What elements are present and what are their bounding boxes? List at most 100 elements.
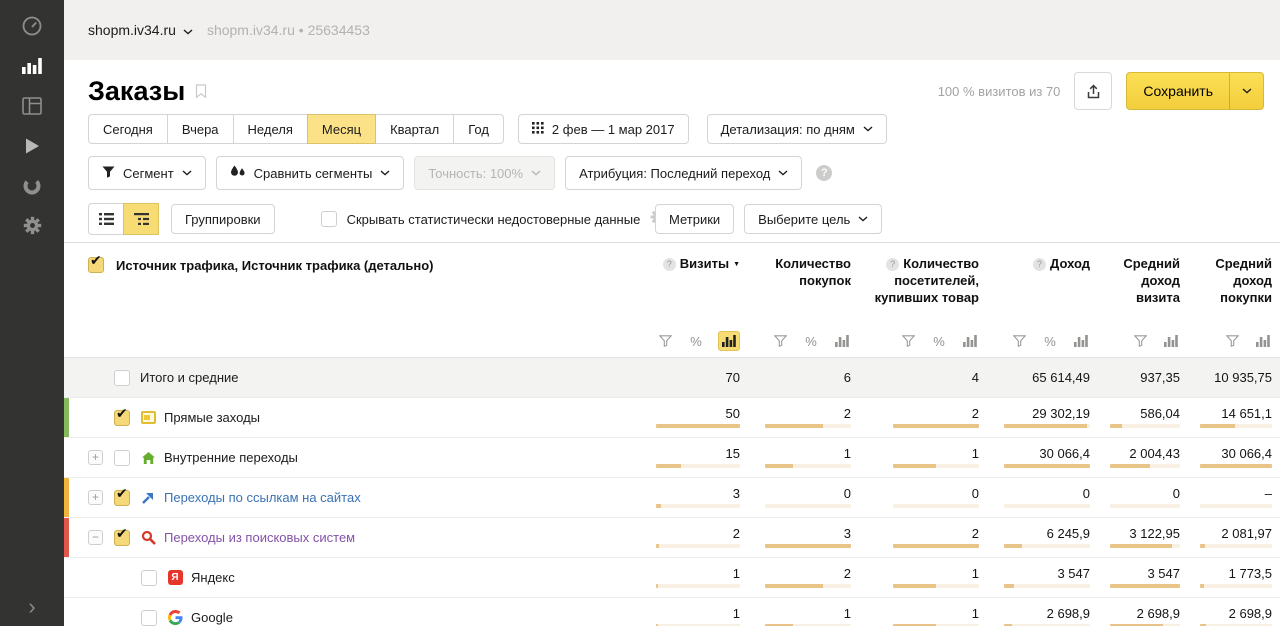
sidebar-layout-icon[interactable] (0, 88, 64, 128)
metric-mini-bar (656, 424, 740, 428)
metric-cell: 2 (859, 518, 987, 557)
metric-cell: 0 (987, 478, 1098, 517)
metric-cell: 1 773,5 (1188, 558, 1280, 597)
row-checkbox[interactable] (141, 570, 157, 586)
expander-minus-icon[interactable]: − (88, 530, 103, 545)
filter-funnel-icon[interactable] (656, 331, 674, 351)
percent-icon[interactable]: % (1041, 331, 1059, 351)
sidebar-collapse-chevron[interactable]: › (0, 596, 64, 618)
detail-select[interactable]: Детализация: по дням (707, 114, 887, 144)
metric-cell: 2 081,97 (1188, 518, 1280, 557)
row-label[interactable]: Яндекс (191, 570, 235, 585)
segment-button[interactable]: Сегмент (88, 156, 206, 190)
bar-chart-icon[interactable] (1254, 331, 1272, 351)
row-checkbox[interactable] (114, 450, 130, 466)
row-label[interactable]: Переходы из поисковых систем (164, 530, 355, 545)
metric-mini-bar (1200, 544, 1272, 548)
tree-view-toggle[interactable] (123, 203, 159, 235)
percent-icon[interactable]: % (687, 331, 705, 351)
table-row: Google1112 698,92 698,92 698,9 (64, 597, 1280, 626)
bar-chart-icon[interactable] (718, 331, 740, 351)
column-tools-2: % (859, 331, 987, 351)
column-header-4[interactable]: Средний доход визита (1098, 243, 1188, 325)
row-checkbox[interactable] (141, 610, 157, 626)
metric-mini-bar (1200, 584, 1272, 588)
row-checkbox[interactable]: ✔ (114, 410, 130, 426)
list-view-toggle[interactable] (88, 203, 124, 235)
bar-chart-icon[interactable] (961, 331, 979, 351)
period-tab-0[interactable]: Сегодня (88, 114, 168, 144)
filter-funnel-icon[interactable] (899, 331, 917, 351)
sidebar-speedometer-icon[interactable] (0, 8, 64, 48)
percent-icon[interactable]: % (802, 331, 820, 351)
column-header-3[interactable]: ?Доход (987, 243, 1098, 325)
row-label[interactable]: Google (191, 610, 233, 625)
select-all-checkbox[interactable]: ✔ (88, 257, 104, 273)
title-row: Заказы 100 % визитов из 70 Сохранить (64, 60, 1280, 114)
save-button[interactable]: Сохранить (1127, 73, 1229, 109)
metric-mini-bar (1110, 584, 1180, 588)
row-color-strip (64, 478, 69, 517)
bookmark-icon[interactable] (195, 84, 207, 99)
period-tab-2[interactable]: Неделя (233, 114, 308, 144)
dimension-header: Источник трафика, Источник трафика (дета… (116, 257, 434, 273)
bar-chart-icon[interactable] (1162, 331, 1180, 351)
filter-funnel-icon[interactable] (1010, 331, 1028, 351)
sidebar-bar-chart-icon[interactable] (0, 48, 64, 88)
period-tab-1[interactable]: Вчера (167, 114, 234, 144)
expander-plus-icon[interactable]: + (88, 490, 103, 505)
metric-cell: 0 (1098, 478, 1188, 517)
row-checkbox[interactable]: ✔ (114, 490, 130, 506)
hide-unreliable-checkbox[interactable] (321, 211, 337, 227)
attribution-select[interactable]: Атрибуция: Последний переход (565, 156, 802, 190)
export-button[interactable] (1074, 72, 1112, 110)
row-label[interactable]: Прямые заходы (164, 410, 260, 425)
metric-cell: 30 066,4 (987, 438, 1098, 477)
sidebar-donut-icon[interactable] (0, 168, 64, 208)
table-row: +✔Переходы по ссылкам на сайтах30000– (64, 477, 1280, 517)
groupings-button[interactable]: Группировки (171, 204, 275, 234)
row-checkbox[interactable]: ✔ (114, 530, 130, 546)
bar-chart-icon[interactable] (1072, 331, 1090, 351)
yandex-icon: Я (167, 570, 183, 585)
column-header-2[interactable]: ?Количество посетителей, купивших товар (859, 243, 987, 325)
calendar-grid-icon (532, 122, 544, 137)
table-row: −✔Переходы из поисковых систем2326 245,9… (64, 517, 1280, 557)
percent-icon[interactable]: % (930, 331, 948, 351)
bar-chart-icon[interactable] (833, 331, 851, 351)
metric-cell: 2 004,43 (1098, 438, 1188, 477)
row-label[interactable]: Переходы по ссылкам на сайтах (164, 490, 361, 505)
period-tabs: СегодняВчераНеделяМесяцКварталГод (88, 114, 504, 144)
goal-select[interactable]: Выберите цель (744, 204, 882, 234)
row-label[interactable]: Итого и средние (140, 370, 238, 385)
help-icon[interactable]: ? (816, 165, 832, 181)
help-icon[interactable]: ? (1033, 258, 1046, 271)
metric-cell: 2 (748, 398, 859, 437)
compare-segments-button[interactable]: Сравнить сегменты (216, 156, 405, 190)
filter-funnel-icon[interactable] (771, 331, 789, 351)
metric-cell: 10 935,75 (1188, 358, 1280, 397)
filters-row: Сегмент Сравнить сегменты Точность: 100%… (64, 156, 1280, 190)
period-tab-3[interactable]: Месяц (307, 114, 376, 144)
help-icon[interactable]: ? (886, 258, 899, 271)
row-label[interactable]: Внутренние переходы (164, 450, 298, 465)
column-header-0[interactable]: ?Визиты▼ (644, 243, 748, 325)
row-checkbox[interactable] (114, 370, 130, 386)
filter-funnel-icon[interactable] (1223, 331, 1241, 351)
metric-cell: 2 698,9 (1098, 598, 1188, 626)
filter-funnel-icon[interactable] (1131, 331, 1149, 351)
donut-icon (22, 176, 42, 201)
column-header-1[interactable]: Количество покупок (748, 243, 859, 325)
sidebar-gear-icon[interactable] (0, 208, 64, 248)
date-range-button[interactable]: 2 фев — 1 мар 2017 (518, 114, 689, 144)
save-dropdown-arrow[interactable] (1229, 73, 1263, 109)
period-tab-4[interactable]: Квартал (375, 114, 454, 144)
help-icon[interactable]: ? (663, 258, 676, 271)
period-tab-5[interactable]: Год (453, 114, 504, 144)
counter-switcher[interactable]: shopm.iv34.ru (88, 22, 193, 38)
expander-plus-icon[interactable]: + (88, 450, 103, 465)
column-header-5[interactable]: Средний доход покупки (1188, 243, 1280, 325)
sidebar-play-icon[interactable] (0, 128, 64, 168)
metrics-button[interactable]: Метрики (655, 204, 734, 234)
metric-cell: 1 (644, 558, 748, 597)
